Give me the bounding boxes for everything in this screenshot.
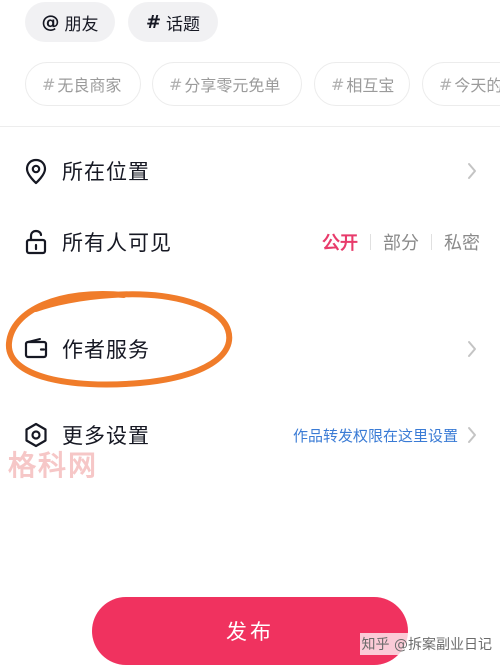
suggested-tag[interactable]: # 无良商家	[25, 62, 141, 106]
visibility-row: 所有人可见 公开 部分 私密	[0, 214, 500, 270]
watermark-right: 知乎 @拆案副业日记	[359, 633, 494, 655]
suggested-tags-row: # 无良商家 # 分享零元免单 # 相互宝 # 今天的	[0, 62, 500, 108]
hash-icon: #	[145, 11, 162, 33]
option-separator	[370, 234, 371, 250]
location-row[interactable]: 所在位置	[0, 143, 500, 199]
location-label: 所在位置	[62, 160, 150, 184]
mention-friends-chip[interactable]: @ 朋友	[25, 2, 115, 42]
option-separator	[431, 234, 432, 250]
suggested-tag[interactable]: # 今天的	[422, 62, 500, 106]
mention-chip-row: @ 朋友 # 话题	[0, 0, 500, 44]
hash-icon: #	[42, 74, 56, 94]
suggested-tag-label: 相互宝	[346, 76, 395, 95]
hash-icon: #	[331, 74, 345, 94]
hash-icon: #	[439, 74, 453, 94]
suggested-tag-label: 分享零元免单	[184, 76, 281, 95]
at-icon: @	[41, 11, 60, 33]
publish-button-label: 发布	[226, 620, 274, 644]
location-pin-icon	[25, 158, 47, 185]
visibility-public-option[interactable]: 公开	[322, 229, 358, 255]
visibility-label: 所有人可见	[62, 231, 172, 255]
suggested-tag-label: 无良商家	[57, 76, 122, 95]
author-service-label: 作者服务	[62, 338, 150, 362]
suggested-tag[interactable]: # 相互宝	[314, 62, 410, 106]
suggested-tag-label: 今天的	[454, 76, 500, 95]
visibility-private-option[interactable]: 私密	[444, 229, 480, 255]
wallet-icon	[24, 338, 48, 359]
hash-icon: #	[169, 74, 183, 94]
author-service-row[interactable]: 作者服务	[0, 321, 500, 377]
chevron-right-icon	[468, 427, 476, 443]
unlock-icon	[25, 229, 47, 255]
chevron-right-icon	[468, 163, 476, 179]
watermark-left: 格科网	[8, 449, 99, 482]
visibility-options: 公开 部分 私密	[322, 229, 480, 255]
suggested-tag[interactable]: # 分享零元免单	[152, 62, 302, 106]
forward-permission-hint: 作品转发权限在这里设置	[292, 426, 458, 445]
chevron-right-icon	[468, 341, 476, 357]
topic-chip[interactable]: # 话题	[128, 2, 218, 42]
visibility-partial-option[interactable]: 部分	[383, 229, 419, 255]
section-divider	[0, 126, 500, 127]
mention-friends-label: 朋友	[64, 14, 99, 35]
topic-label: 话题	[166, 14, 201, 35]
